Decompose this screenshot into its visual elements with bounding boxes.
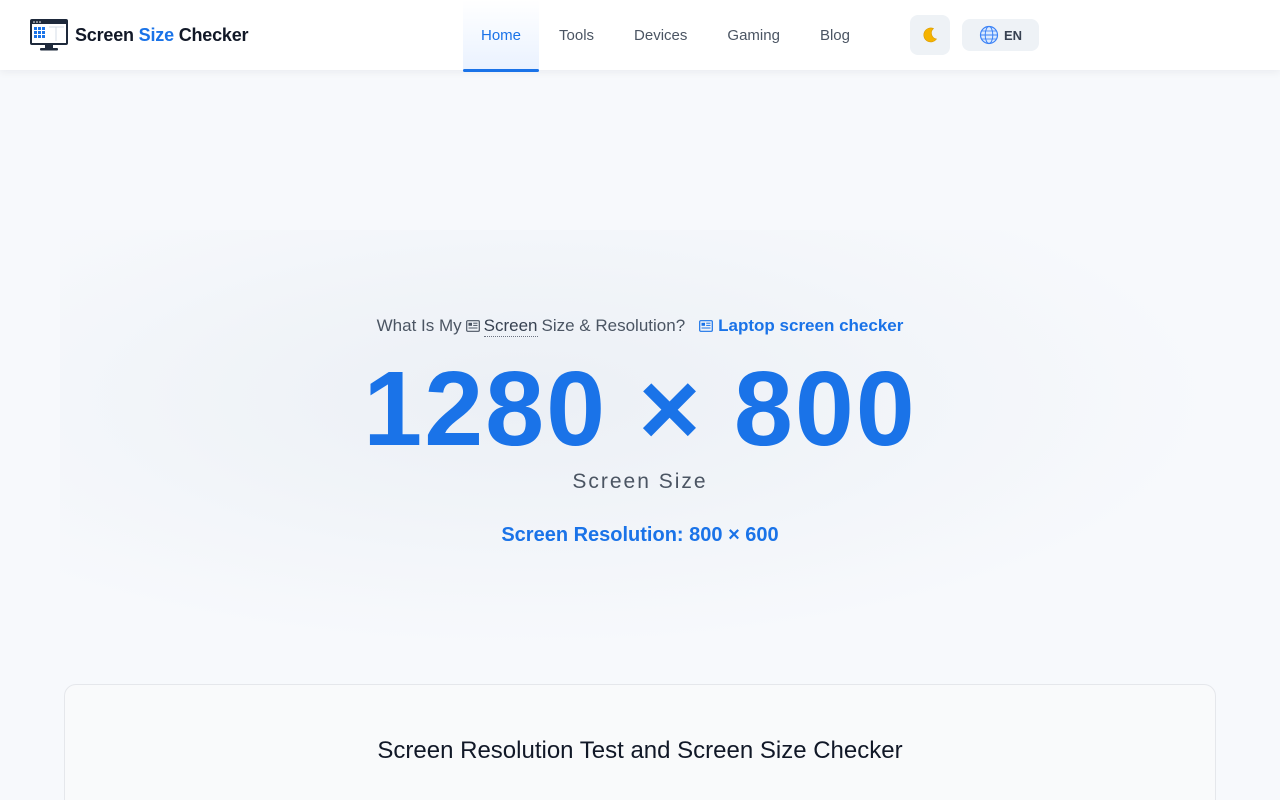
theme-toggle-button[interactable]: [910, 15, 950, 55]
logo-text-main: Screen: [75, 24, 134, 45]
card-title: Screen Resolution Test and Screen Size C…: [377, 737, 903, 764]
info-card: Screen Resolution Test and Screen Size C…: [64, 684, 1216, 800]
monitor-logo-icon: [30, 19, 68, 51]
main-nav: Home Tools Devices Gaming Blog: [463, 0, 870, 72]
site-header: Screen Size Checker Home Tools Devices G…: [0, 0, 1280, 72]
question-prefix: What Is My: [376, 316, 462, 335]
logo-text-accent: Size: [138, 24, 174, 45]
moon-icon: [923, 27, 938, 43]
nav-item-gaming[interactable]: Gaming: [707, 0, 800, 70]
screen-size-value: 1280 × 800: [363, 350, 917, 468]
newspaper-icon: [465, 320, 480, 332]
nav-item-tools[interactable]: Tools: [539, 0, 614, 70]
screen-size-caption: Screen Size: [572, 470, 708, 493]
question-suffix: Size & Resolution?: [541, 316, 686, 335]
question-screen-term[interactable]: Screen: [483, 316, 538, 337]
newspaper-icon: [699, 320, 714, 332]
nav-item-blog[interactable]: Blog: [800, 0, 870, 70]
nav-item-devices[interactable]: Devices: [614, 0, 707, 70]
globe-icon: [979, 25, 999, 45]
laptop-checker-link[interactable]: Laptop screen checker: [699, 316, 903, 336]
nav-item-home[interactable]: Home: [463, 0, 540, 72]
language-selector[interactable]: EN: [962, 19, 1039, 51]
logo-text-end: Checker: [178, 24, 249, 45]
language-code: EN: [1003, 27, 1023, 43]
screen-resolution-text: Screen Resolution: 800 × 600: [501, 524, 779, 546]
hero-question: What Is My Screen Size & Resolution? Lap…: [0, 313, 1280, 339]
laptop-checker-link-label: Laptop screen checker: [718, 316, 904, 335]
logo-text: Screen Size Checker: [75, 24, 249, 46]
site-logo[interactable]: Screen Size Checker: [29, 18, 249, 52]
